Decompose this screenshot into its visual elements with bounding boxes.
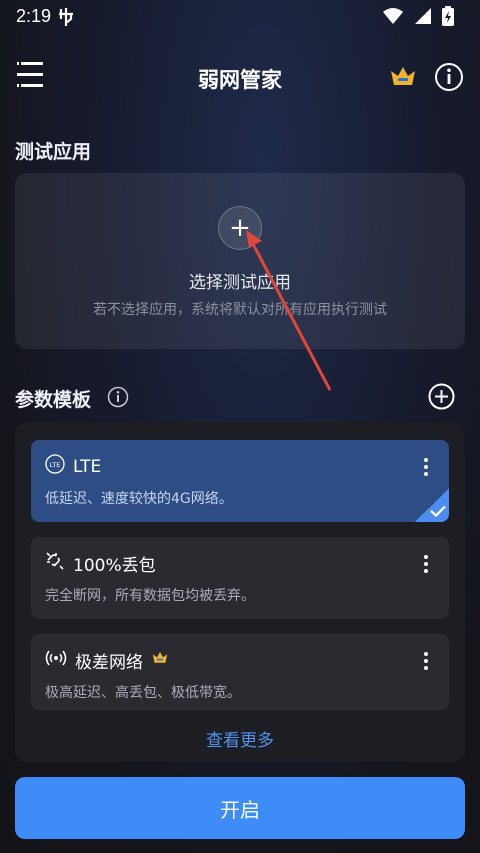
- template-desc: 极高延迟、高丢包、极低带宽。: [45, 685, 241, 701]
- more-icon[interactable]: [423, 458, 429, 479]
- more-icon[interactable]: [423, 555, 429, 576]
- templates-section-title: 参数模板: [15, 389, 92, 411]
- template-item-100-loss[interactable]: 100%丢包 完全断网，所有数据包均被丢弃。: [31, 537, 449, 619]
- templates-info-icon[interactable]: [107, 386, 129, 412]
- more-icon[interactable]: [423, 652, 429, 673]
- premium-crown-icon: [151, 650, 169, 671]
- lte-icon: LTE: [45, 454, 65, 479]
- broken-link-icon: [45, 551, 65, 576]
- template-name: 极差网络: [75, 653, 143, 673]
- template-item-lte[interactable]: LTE LTE 低延迟、速度较快的4G网络。: [31, 440, 449, 522]
- selected-check-icon: [415, 488, 449, 522]
- svg-text:LTE: LTE: [50, 461, 61, 469]
- template-desc: 低延迟、速度较快的4G网络。: [45, 491, 233, 507]
- add-template-button[interactable]: [428, 383, 455, 414]
- template-item-poor-network[interactable]: 极差网络 极高延迟、高丢包、极低带宽。: [31, 634, 449, 710]
- start-button[interactable]: 开启: [15, 777, 465, 839]
- view-more-link[interactable]: 查看更多: [0, 726, 480, 751]
- template-name: LTE: [73, 456, 102, 477]
- broadcast-icon: [45, 648, 67, 673]
- template-name: 100%丢包: [73, 556, 156, 576]
- template-desc: 完全断网，所有数据包均被丢弃。: [45, 588, 255, 604]
